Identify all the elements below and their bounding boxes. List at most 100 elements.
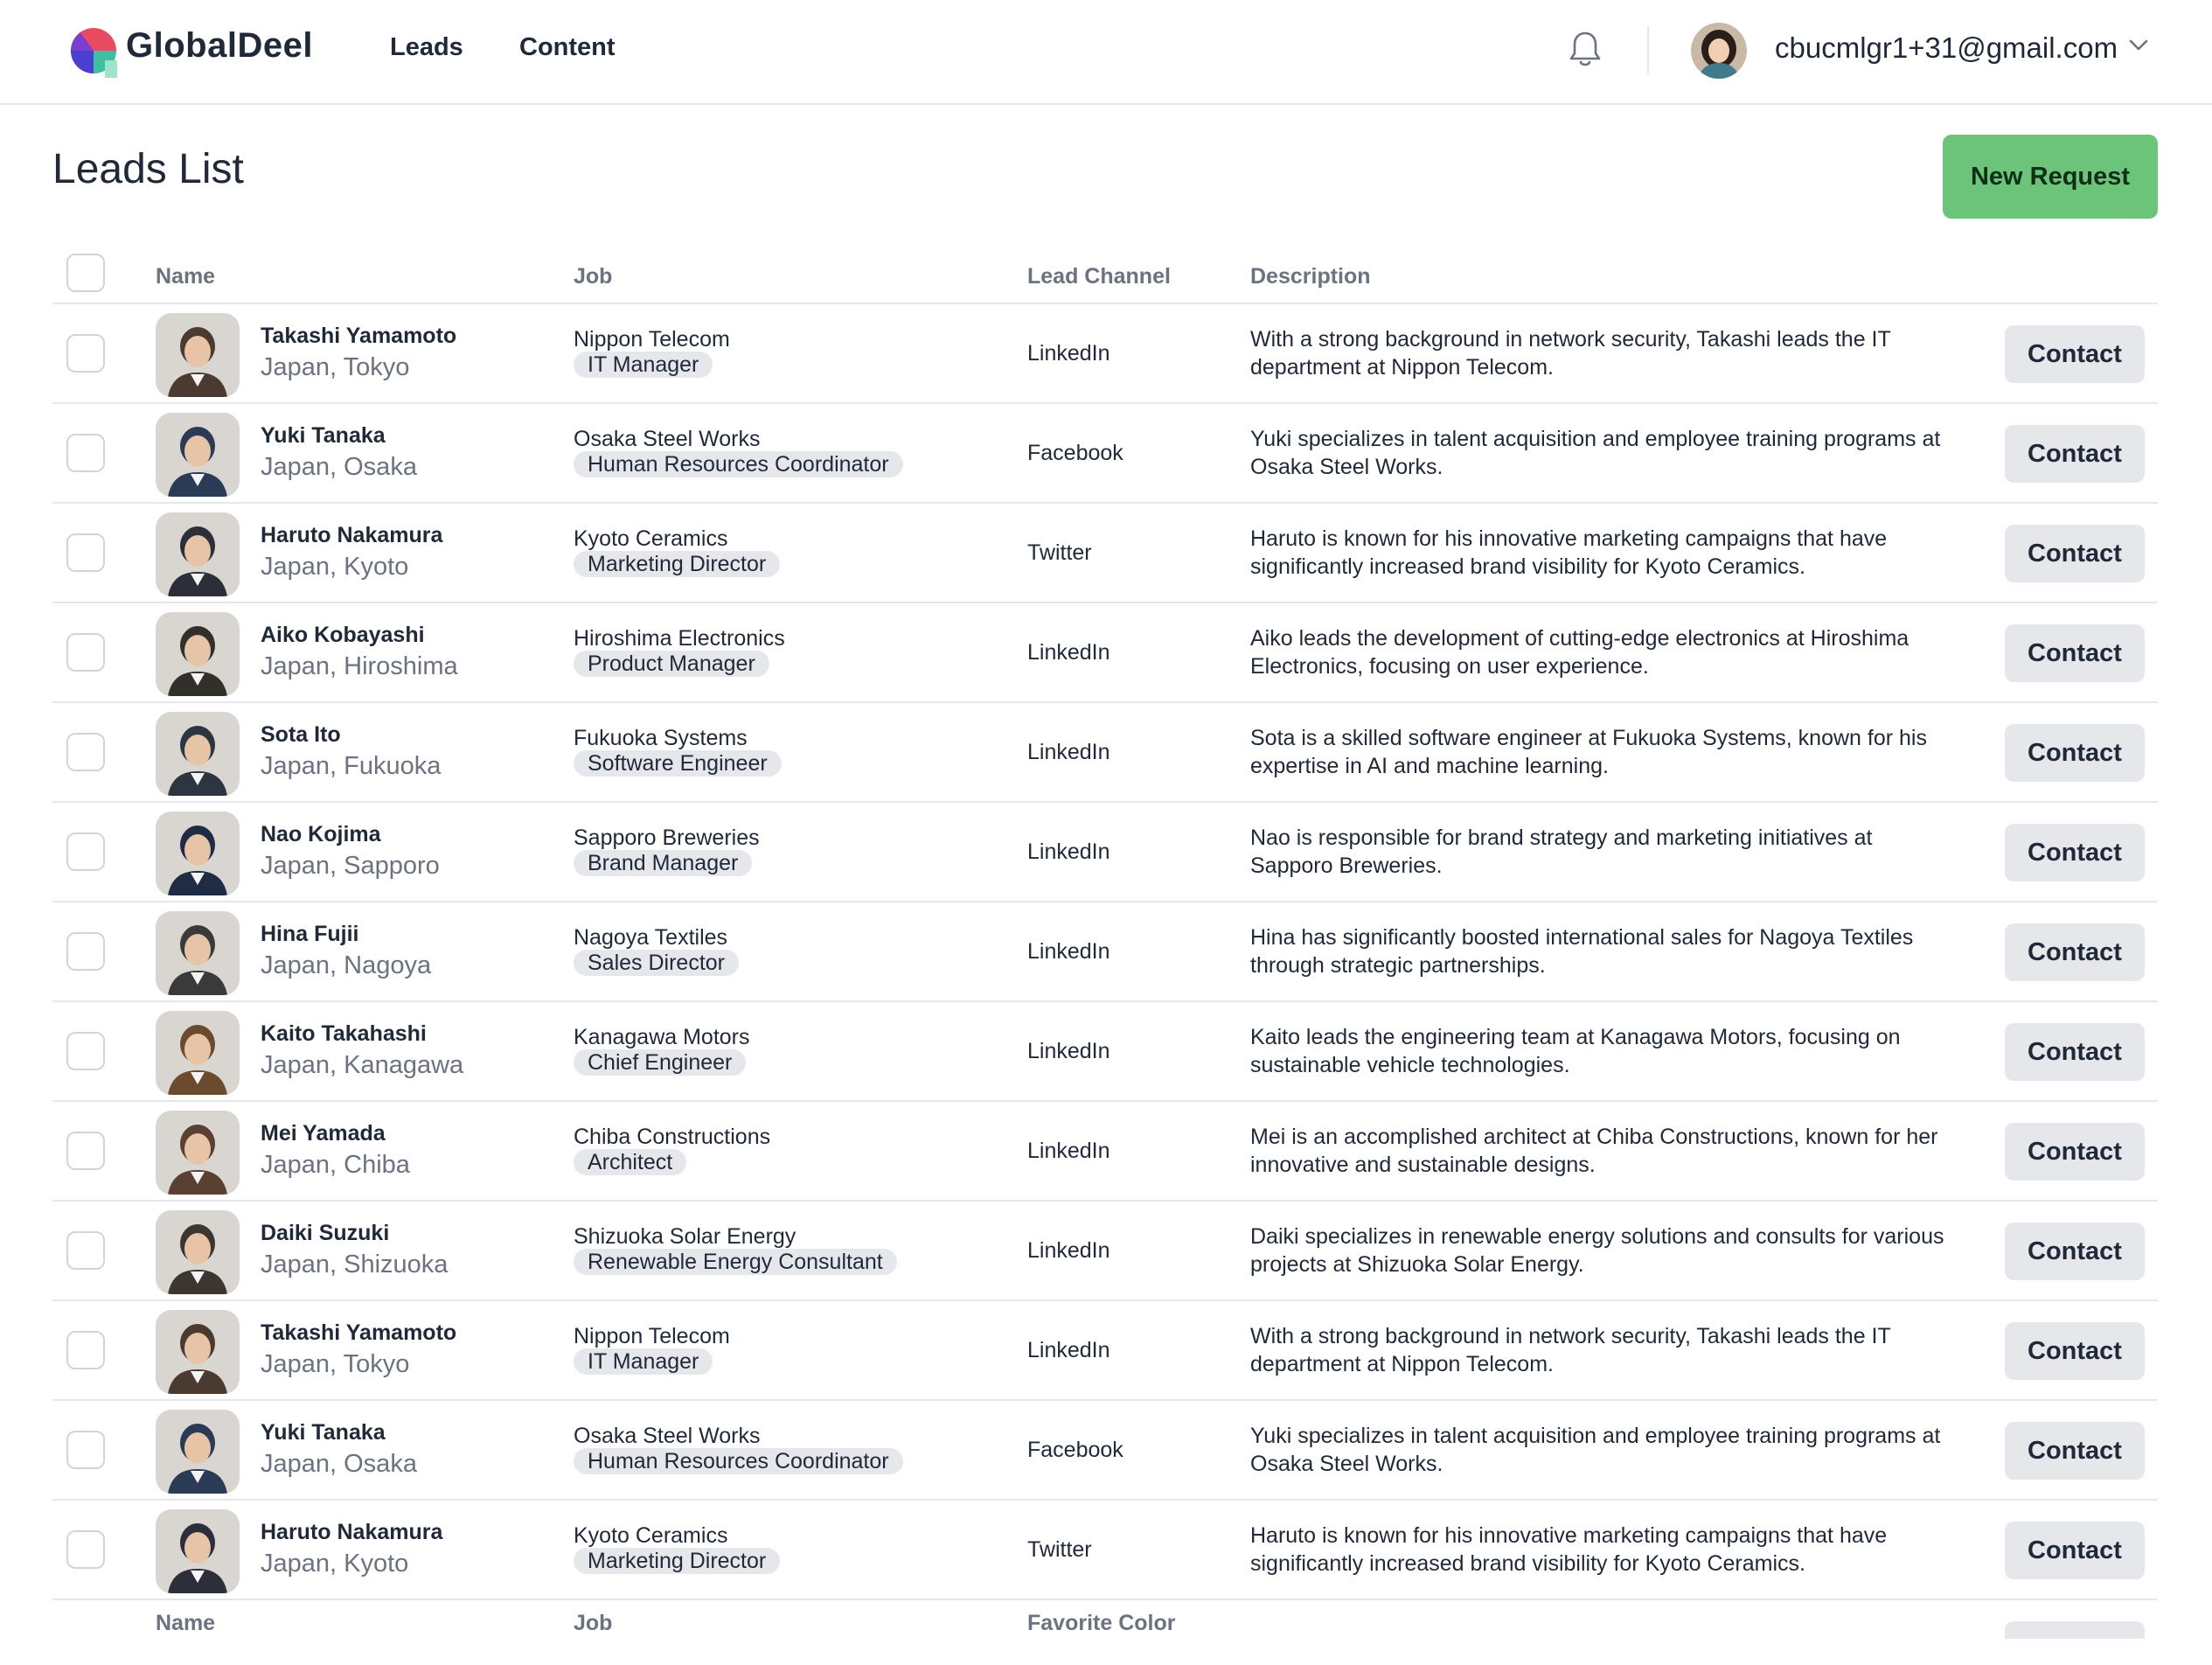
- nav-content-link[interactable]: Content: [519, 33, 616, 62]
- lead-role-badge: Architect: [574, 1149, 687, 1175]
- table-row: Takashi Yamamoto Japan, Tokyo Nippon Telec…: [52, 1301, 2158, 1401]
- chevron-down-icon[interactable]: [2128, 38, 2149, 52]
- row-checkbox[interactable]: [66, 932, 105, 971]
- lead-role-badge: Renewable Energy Consultant: [574, 1249, 897, 1275]
- lead-avatar: [156, 1509, 240, 1593]
- lead-location: Japan, Kanagawa: [261, 1051, 464, 1079]
- lead-location: Japan, Osaka: [261, 1450, 417, 1478]
- lead-company: Osaka Steel Works: [574, 1424, 761, 1448]
- table-row: Sota Ito Japan, Fukuoka Fukuoka Systems Sof…: [52, 703, 2158, 803]
- page-title: Leads List: [52, 146, 244, 192]
- row-checkbox[interactable]: [66, 832, 105, 871]
- lead-role-badge: Marketing Director: [574, 1548, 781, 1574]
- user-email[interactable]: cbucmlgr1+31@gmail.com: [1775, 31, 2118, 65]
- contact-button[interactable]: Contact: [2005, 724, 2145, 782]
- column-header-description[interactable]: Description: [1250, 264, 1371, 289]
- contact-button[interactable]: Contact: [2005, 624, 2145, 682]
- contact-button[interactable]: Contact: [2005, 1322, 2145, 1380]
- globaldeel-logo-icon[interactable]: [70, 24, 117, 78]
- lead-avatar: [156, 1111, 240, 1195]
- table-row: Aiko Kobayashi Japan, Hiroshima Hiroshima …: [52, 603, 2158, 703]
- contact-button[interactable]: Contact: [2005, 525, 2145, 582]
- lead-location: Japan, Kyoto: [261, 553, 409, 581]
- lead-company: Kanagawa Motors: [574, 1025, 750, 1049]
- lead-name: Daiki Suzuki: [261, 1221, 390, 1245]
- lead-name: Nao Kojima: [261, 822, 381, 846]
- brand-name[interactable]: GlobalDeel: [126, 26, 313, 66]
- lead-role-badge: IT Manager: [574, 1348, 713, 1375]
- lead-company: Nippon Telecom: [574, 327, 730, 352]
- contact-button[interactable]: Contact: [2005, 923, 2145, 981]
- contact-button[interactable]: Contact: [2005, 1123, 2145, 1181]
- table-row: Hina Fujii Japan, Nagoya Nagoya Textiles Sa…: [52, 902, 2158, 1002]
- contact-button[interactable]: Contact: [2005, 1223, 2145, 1280]
- lead-company: Kyoto Ceramics: [574, 1523, 728, 1548]
- row-checkbox[interactable]: [66, 334, 105, 373]
- row-checkbox[interactable]: [66, 1331, 105, 1369]
- new-request-button[interactable]: New Request: [1943, 135, 2158, 219]
- lead-name: Hina Fujii: [261, 922, 359, 946]
- table-row: Haruto Nakamura Japan, Kyoto Kyoto Ceramic…: [52, 504, 2158, 603]
- row-checkbox[interactable]: [66, 1431, 105, 1469]
- notification-bell-icon[interactable]: [1568, 30, 1603, 68]
- row-checkbox[interactable]: [66, 733, 105, 771]
- lead-channel: LinkedIn: [1027, 939, 1110, 964]
- lead-company: Fukuoka Systems: [574, 726, 748, 750]
- lead-avatar: [156, 313, 240, 397]
- contact-button[interactable]: Contact: [2005, 1522, 2145, 1579]
- lead-role-badge: IT Manager: [574, 352, 713, 378]
- lead-name: Haruto Nakamura: [261, 1520, 443, 1544]
- lead-channel: LinkedIn: [1027, 1139, 1110, 1163]
- row-checkbox[interactable]: [66, 533, 105, 572]
- table-row: Yuki Tanaka Japan, Osaka Osaka Steel Works…: [52, 1401, 2158, 1501]
- lead-channel: LinkedIn: [1027, 740, 1110, 764]
- table-row: Mei Yamada Japan, Chiba Chiba Construction…: [52, 1102, 2158, 1202]
- lead-name: Aiko Kobayashi: [261, 623, 425, 647]
- lead-name: Haruto Nakamura: [261, 523, 443, 547]
- lead-company: Sapporo Breweries: [574, 826, 760, 850]
- contact-button[interactable]: Contact: [2005, 1422, 2145, 1480]
- contact-button-partial[interactable]: [2005, 1621, 2145, 1639]
- lead-location: Japan, Fukuoka: [261, 752, 442, 780]
- lead-description: Sota is a skilled software engineer at F…: [1250, 726, 1927, 778]
- row-checkbox[interactable]: [66, 1530, 105, 1569]
- lead-name: Sota Ito: [261, 722, 341, 747]
- column-header-lead-channel[interactable]: Lead Channel: [1027, 264, 1171, 289]
- contact-button[interactable]: Contact: [2005, 425, 2145, 483]
- lead-role-badge: Human Resources Coordinator: [574, 1448, 903, 1474]
- lead-location: Japan, Sapporo: [261, 852, 440, 880]
- row-checkbox[interactable]: [66, 1132, 105, 1170]
- lead-description: Kaito leads the engineering team at Kana…: [1250, 1025, 1901, 1077]
- lead-name: Kaito Takahashi: [261, 1021, 427, 1046]
- row-checkbox[interactable]: [66, 633, 105, 672]
- row-checkbox[interactable]: [66, 434, 105, 472]
- lead-location: Japan, Chiba: [261, 1151, 410, 1179]
- lead-description: Nao is responsible for brand strategy an…: [1250, 826, 1873, 878]
- lead-description: Mei is an accomplished architect at Chib…: [1250, 1125, 1938, 1177]
- lead-description: Haruto is known for his innovative marke…: [1250, 526, 1888, 579]
- lead-company: Kyoto Ceramics: [574, 526, 728, 551]
- lead-channel: Facebook: [1027, 1438, 1123, 1462]
- lead-role-badge: Brand Manager: [574, 850, 753, 876]
- row-divider: [52, 1599, 2158, 1600]
- column-header-name[interactable]: Name: [156, 264, 215, 289]
- footer-header-name: Name: [156, 1611, 216, 1635]
- lead-channel: LinkedIn: [1027, 1338, 1110, 1362]
- column-header-job[interactable]: Job: [574, 264, 612, 289]
- row-checkbox[interactable]: [66, 1231, 105, 1270]
- lead-channel: Twitter: [1027, 1537, 1092, 1562]
- lead-company: Nippon Telecom: [574, 1324, 730, 1348]
- row-checkbox[interactable]: [66, 1032, 105, 1070]
- lead-name: Mei Yamada: [261, 1121, 386, 1146]
- table-row: Yuki Tanaka Japan, Osaka Osaka Steel Works…: [52, 404, 2158, 504]
- user-avatar[interactable]: [1691, 23, 1747, 79]
- lead-channel: Twitter: [1027, 540, 1092, 565]
- nav-leads-link[interactable]: Leads: [390, 33, 463, 62]
- select-all-checkbox[interactable]: [66, 254, 105, 292]
- contact-button[interactable]: Contact: [2005, 1023, 2145, 1081]
- lead-channel: LinkedIn: [1027, 1238, 1110, 1263]
- lead-location: Japan, Tokyo: [261, 1350, 410, 1378]
- contact-button[interactable]: Contact: [2005, 325, 2145, 383]
- lead-location: Japan, Tokyo: [261, 353, 410, 381]
- contact-button[interactable]: Contact: [2005, 824, 2145, 881]
